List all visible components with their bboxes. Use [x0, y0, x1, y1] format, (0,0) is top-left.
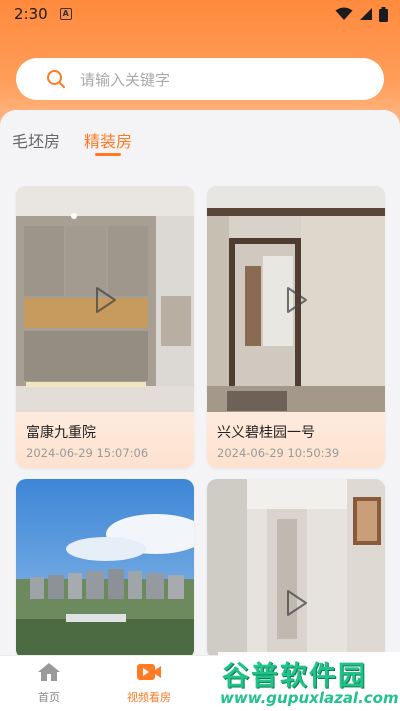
- video-camera-icon: [137, 664, 161, 680]
- a-app-icon: A: [59, 8, 72, 20]
- play-icon: [287, 287, 307, 313]
- play-icon: [96, 287, 116, 313]
- status-bar: 2:30 A: [0, 0, 400, 28]
- video-timestamp: 2024-06-29 15:07:06: [26, 446, 149, 460]
- wifi-icon: [335, 7, 353, 20]
- watermark-url: www.gupuxlazal.com: [220, 689, 399, 707]
- video-card[interactable]: [16, 479, 194, 659]
- search-input[interactable]: 请输入关键字: [16, 58, 384, 100]
- video-thumbnail: [16, 186, 194, 412]
- play-icon: [287, 590, 307, 616]
- nav-home-label: 首页: [38, 691, 60, 704]
- tab-decorated-house[interactable]: 精装房: [84, 128, 132, 152]
- video-card[interactable]: 兴义碧桂园一号 2024-06-29 10:50:39: [207, 186, 385, 468]
- home-icon: [38, 663, 60, 681]
- active-tab-indicator: [95, 153, 121, 156]
- status-icons: [335, 6, 388, 22]
- video-card[interactable]: [207, 479, 385, 659]
- nav-video-viewing[interactable]: 视频看房: [119, 662, 179, 705]
- status-time: 2:30: [14, 5, 48, 23]
- watermark: 谷普软件园 www.gupuxlazal.com: [218, 652, 400, 711]
- video-title: 富康九重院: [26, 425, 96, 441]
- video-title: 兴义碧桂园一号: [217, 425, 315, 441]
- nav-home[interactable]: 首页: [19, 662, 79, 705]
- nav-video-label: 视频看房: [127, 691, 171, 704]
- video-card[interactable]: 富康九重院 2024-06-29 15:07:06: [16, 186, 194, 468]
- video-thumbnail: [16, 479, 194, 659]
- video-thumbnail: [207, 479, 385, 659]
- content-panel: 毛坯房 精装房 富康九重院 2024-06-29 15:07:06 兴义碧桂园一…: [0, 110, 400, 670]
- battery-icon: [379, 6, 388, 22]
- search-placeholder: 请输入关键字: [80, 70, 171, 89]
- video-thumbnail: [207, 186, 385, 412]
- signal-icon: [360, 8, 372, 20]
- search-icon: [47, 70, 65, 88]
- tab-rough-house[interactable]: 毛坯房: [12, 128, 60, 152]
- watermark-logo: 谷普软件园: [222, 661, 367, 692]
- video-timestamp: 2024-06-29 10:50:39: [217, 446, 340, 460]
